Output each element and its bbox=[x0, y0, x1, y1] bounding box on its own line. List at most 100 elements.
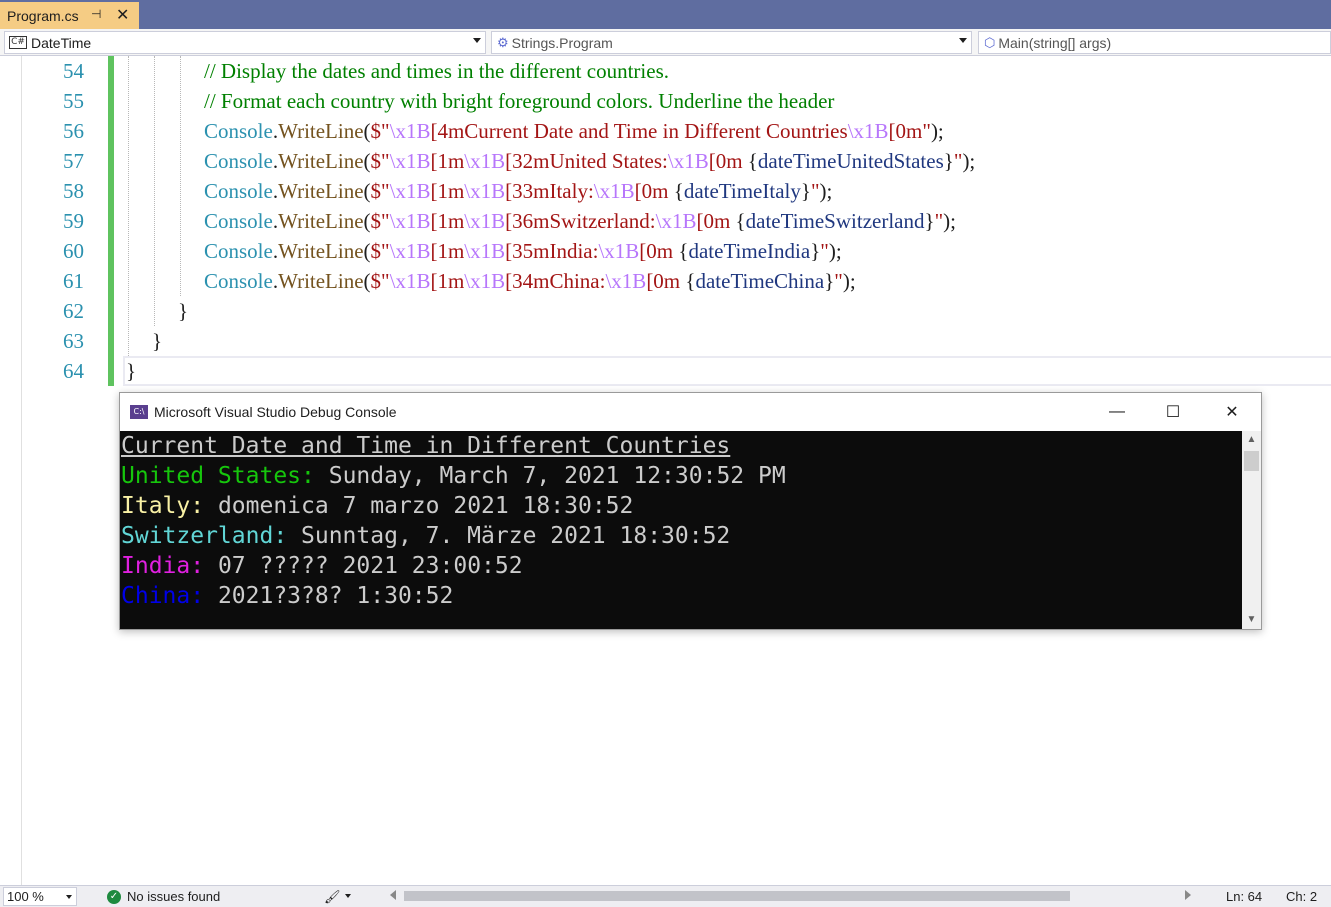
code-token: ( bbox=[363, 179, 371, 203]
code-token: Console bbox=[204, 209, 273, 233]
code-token: Console bbox=[204, 119, 273, 143]
code-token: } bbox=[152, 329, 163, 353]
code-token: [0m bbox=[646, 269, 686, 293]
scroll-up-icon[interactable]: ▲ bbox=[1242, 431, 1261, 449]
code-token: [34mChina: bbox=[505, 269, 606, 293]
code-token: " bbox=[934, 209, 944, 233]
code-token: Console bbox=[204, 149, 273, 173]
code-token: WriteLine bbox=[278, 149, 364, 173]
code-line: Console.WriteLine($"\x1B[1m\x1B[32mUnite… bbox=[204, 146, 975, 176]
member-dropdown[interactable]: ⬡ Main(string[] args) bbox=[978, 31, 1331, 54]
line-indicator: Ln: 64 bbox=[1226, 889, 1263, 904]
line-number: 56 bbox=[63, 119, 84, 143]
debug-console-window[interactable]: C:\ Microsoft Visual Studio Debug Consol… bbox=[119, 392, 1262, 630]
code-token: } bbox=[943, 149, 954, 173]
code-token: \x1B bbox=[389, 149, 431, 173]
issues-text: No issues found bbox=[127, 889, 221, 904]
code-token: [0m bbox=[696, 209, 736, 233]
code-token: ( bbox=[363, 209, 371, 233]
code-token: [36mSwitzerland: bbox=[505, 209, 656, 233]
indent-guide bbox=[180, 56, 181, 296]
code-token: ); bbox=[842, 269, 856, 293]
code-token: \x1B bbox=[464, 239, 506, 263]
type-name: Strings.Program bbox=[511, 34, 613, 51]
code-cleanup-brush-icon[interactable]: 🖌 bbox=[324, 888, 341, 905]
code-line: Console.WriteLine($"\x1B[1m\x1B[33mItaly… bbox=[204, 176, 832, 206]
code-token: ); bbox=[819, 179, 833, 203]
maximize-button[interactable]: ☐ bbox=[1144, 393, 1202, 431]
line-number: 57 bbox=[63, 149, 84, 173]
country-label: India: bbox=[121, 553, 205, 579]
code-token: [1m bbox=[430, 179, 465, 203]
country-label: China: bbox=[121, 583, 205, 609]
code-token: [1m bbox=[430, 209, 465, 233]
scroll-thumb[interactable] bbox=[1244, 451, 1259, 471]
change-tracking-bar bbox=[108, 56, 114, 386]
column-indicator: Ch: 2 bbox=[1286, 889, 1318, 904]
code-token: ( bbox=[363, 119, 371, 143]
pin-icon[interactable]: ⊣ bbox=[91, 7, 101, 21]
code-token: \x1B bbox=[389, 239, 431, 263]
code-token: { bbox=[747, 149, 758, 173]
code-token: WriteLine bbox=[278, 179, 364, 203]
chevron-down-icon bbox=[66, 895, 72, 899]
project-dropdown[interactable]: C# DateTime bbox=[4, 31, 486, 54]
type-dropdown[interactable]: ⚙ Strings.Program bbox=[491, 31, 972, 54]
close-button[interactable]: ✕ bbox=[1203, 393, 1261, 431]
code-token: $" bbox=[370, 269, 390, 293]
console-title: Microsoft Visual Studio Debug Console bbox=[154, 404, 397, 420]
code-token: [32mUnited States: bbox=[505, 149, 668, 173]
console-scrollbar[interactable]: ▲ ▼ bbox=[1242, 431, 1261, 629]
code-token: \x1B bbox=[389, 269, 431, 293]
console-output[interactable]: Current Date and Time in Different Count… bbox=[120, 431, 1242, 629]
console-output-line: United States: Sunday, March 7, 2021 12:… bbox=[121, 461, 786, 491]
code-token: [35mIndia: bbox=[505, 239, 599, 263]
code-token: \x1B bbox=[847, 119, 889, 143]
country-label: Italy: bbox=[121, 493, 205, 519]
code-token: ( bbox=[363, 149, 371, 173]
code-line: Console.WriteLine($"\x1B[1m\x1B[36mSwitz… bbox=[204, 206, 956, 236]
country-datetime: Sunntag, 7. Märze 2021 18:30:52 bbox=[287, 523, 731, 549]
code-token: dateTimeItaly bbox=[683, 179, 801, 203]
code-token: [1m bbox=[430, 149, 465, 173]
code-token: \x1B bbox=[593, 179, 635, 203]
code-token: dateTimeChina bbox=[695, 269, 825, 293]
code-token: Console bbox=[204, 239, 273, 263]
tab-program-cs[interactable]: Program.cs ⊣ ✕ bbox=[0, 2, 139, 29]
code-token: dateTimeSwitzerland bbox=[745, 209, 925, 233]
code-token: WriteLine bbox=[278, 209, 364, 233]
console-title-bar[interactable]: C:\ Microsoft Visual Studio Debug Consol… bbox=[120, 393, 1261, 431]
code-token: ); bbox=[828, 239, 842, 263]
console-output-line: India: 07 ????? 2021 23:00:52 bbox=[121, 551, 523, 581]
indent-guide bbox=[128, 56, 129, 356]
code-token: \x1B bbox=[464, 209, 506, 233]
country-label: United States: bbox=[121, 463, 315, 489]
code-token: [0m bbox=[634, 179, 674, 203]
code-token: // Display the dates and times in the di… bbox=[204, 59, 669, 83]
scroll-right-icon[interactable] bbox=[1185, 890, 1191, 900]
code-line: Console.WriteLine($"\x1B[1m\x1B[34mChina… bbox=[204, 266, 856, 296]
zoom-dropdown[interactable]: 100 % bbox=[3, 887, 77, 906]
line-number: 59 bbox=[63, 209, 84, 233]
code-token: } bbox=[126, 359, 137, 383]
code-token: $" bbox=[370, 179, 390, 203]
code-token: ( bbox=[363, 269, 371, 293]
issues-indicator[interactable]: ✓ No issues found bbox=[107, 888, 220, 905]
scroll-down-icon[interactable]: ▼ bbox=[1242, 611, 1261, 629]
indent-guide bbox=[154, 56, 155, 326]
minimize-button[interactable]: — bbox=[1088, 393, 1146, 431]
code-token: WriteLine bbox=[278, 239, 364, 263]
code-token: } bbox=[810, 239, 821, 263]
chevron-down-icon bbox=[473, 38, 481, 43]
close-tab-icon[interactable]: ✕ bbox=[116, 5, 129, 25]
code-token: \x1B bbox=[389, 119, 431, 143]
code-token: [1m bbox=[430, 239, 465, 263]
code-token: " bbox=[834, 269, 843, 293]
scroll-left-icon[interactable] bbox=[390, 890, 396, 900]
code-token: " bbox=[810, 179, 820, 203]
horizontal-scrollbar-thumb[interactable] bbox=[404, 891, 1070, 901]
code-token: { bbox=[735, 209, 746, 233]
chevron-down-icon[interactable] bbox=[345, 894, 351, 898]
code-token: \x1B bbox=[464, 179, 506, 203]
code-token: Console bbox=[204, 179, 273, 203]
